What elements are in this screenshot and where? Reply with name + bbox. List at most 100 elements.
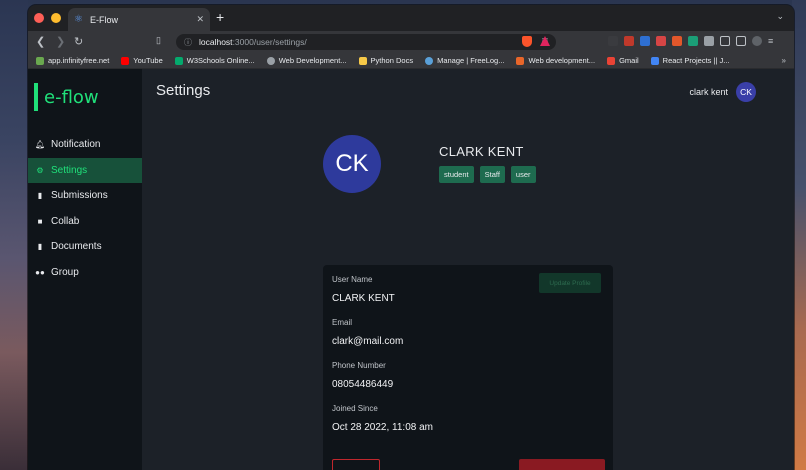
profile-avatar: CK: [323, 135, 381, 193]
bookmark-label: YouTube: [133, 56, 163, 65]
close-icon[interactable]: ✕: [196, 14, 204, 25]
browser-window: ⚛ E-Flow ✕ + ⌄ ❮ ❯ ↻ ▯ ⓘ localhost :3000…: [28, 5, 794, 470]
field-label-phone: Phone Number: [332, 361, 386, 370]
bell-icon: 🔔︎: [35, 140, 46, 150]
brand-text: e-flow: [44, 86, 99, 108]
bookmark-item[interactable]: Manage | FreeLog...: [425, 56, 504, 65]
tab-strip: ⚛ E-Flow ✕ + ⌄: [28, 5, 794, 31]
bookmark-label: Web development...: [528, 56, 596, 65]
desktop-wallpaper-left: [0, 0, 28, 470]
role-badge: student: [439, 166, 474, 183]
forward-arrow-icon[interactable]: ❯: [56, 35, 65, 48]
new-tab-icon[interactable]: +: [216, 9, 224, 25]
sidebar-item-settings[interactable]: ⚙ Settings: [28, 157, 142, 183]
page-title: Settings: [156, 82, 211, 99]
extension-icon[interactable]: [656, 36, 666, 46]
sidebar-item-submissions[interactable]: ▮ Submissions: [28, 183, 142, 209]
bookmark-item[interactable]: Web development...: [516, 56, 595, 65]
bookmark-item[interactable]: Python Docs: [358, 56, 414, 65]
bookmark-label: app.infinityfree.net: [48, 56, 110, 65]
user-menu[interactable]: clark kent CK: [689, 82, 756, 102]
bookmark-favicon-icon: [36, 56, 44, 65]
video-icon: ■: [37, 216, 43, 226]
brand-bar: [34, 83, 38, 111]
extension-icon[interactable]: [608, 36, 618, 46]
youtube-icon: [121, 56, 130, 65]
bookmarks-bar: app.infinityfree.net YouTube W3Schools O…: [28, 53, 794, 69]
role-badge: Staff: [479, 166, 505, 183]
info-icon[interactable]: ⓘ: [184, 37, 192, 48]
sidebar-item-label: Collab: [51, 215, 80, 227]
tab-title: E-Flow: [89, 14, 118, 25]
field-label-joined: Joined Since: [332, 404, 378, 413]
avatar[interactable]: CK: [736, 82, 756, 102]
sidebar-item-collab[interactable]: ■ Collab: [28, 209, 142, 235]
gear-icon: ⚙: [36, 165, 44, 175]
brand-logo[interactable]: e-flow: [34, 83, 99, 111]
back-arrow-icon[interactable]: ❮: [36, 35, 45, 48]
close-window-button[interactable]: [34, 13, 44, 23]
url-host: localhost: [199, 37, 233, 47]
group-icon: ●●: [35, 267, 45, 277]
react-icon: ⚛: [74, 14, 83, 25]
browser-tab[interactable]: ⚛ E-Flow ✕: [68, 8, 210, 31]
sidebar-item-notification[interactable]: 🔔︎ Notification: [28, 132, 142, 158]
role-badges: student Staff user: [439, 166, 536, 183]
chevron-right-icon[interactable]: »: [782, 56, 786, 65]
freelogo-icon: [425, 56, 434, 65]
bookmark-item[interactable]: Web Development...: [266, 56, 347, 65]
document-icon: ▮: [37, 242, 43, 252]
bookmark-label: W3Schools Online...: [186, 56, 255, 65]
sidebar-item-group[interactable]: ●● Group: [28, 260, 142, 286]
reload-icon[interactable]: ↻: [74, 35, 83, 48]
puzzle-icon[interactable]: [704, 36, 714, 46]
field-value-username: CLARK KENT: [332, 293, 395, 304]
bookmark-item[interactable]: app.infinityfree.net: [36, 56, 109, 65]
bookmark-item[interactable]: React Projects || J...: [650, 56, 730, 65]
current-user-name: clark kent: [689, 87, 728, 97]
app-root: e-flow 🔔︎ Notification ⚙ Settings ▮ Subm…: [28, 69, 794, 470]
extension-icon[interactable]: [624, 36, 634, 46]
bookmark-item[interactable]: YouTube: [121, 56, 163, 65]
bookmark-label: Python Docs: [370, 56, 414, 65]
sidebar-icon[interactable]: [720, 36, 730, 46]
wallet-icon[interactable]: [736, 36, 746, 46]
desktop-wallpaper-right: [792, 0, 806, 470]
field-value-email: clark@mail.com: [332, 336, 404, 347]
bookmark-item[interactable]: Gmail: [607, 56, 639, 65]
gmail-icon: [607, 56, 616, 65]
outline-action-button[interactable]: [332, 459, 380, 470]
bookmark-label: React Projects || J...: [662, 56, 730, 65]
sidebar: e-flow 🔔︎ Notification ⚙ Settings ▮ Subm…: [28, 69, 142, 470]
chevron-down-icon[interactable]: ⌄: [776, 11, 784, 22]
more-icon[interactable]: ≡: [768, 36, 778, 46]
extension-icon[interactable]: [688, 36, 698, 46]
bookmark-favicon-icon: [516, 56, 525, 65]
update-profile-button[interactable]: Update Profile: [539, 273, 601, 293]
extensions-row: ≡: [608, 36, 778, 46]
bookmark-item[interactable]: W3Schools Online...: [174, 56, 255, 65]
bookmark-favicon-icon: [650, 56, 659, 65]
sidebar-item-label: Documents: [51, 241, 102, 253]
field-value-phone: 08054486449: [332, 379, 394, 390]
sidebar-item-label: Notification: [51, 139, 101, 151]
address-bar[interactable]: ⓘ localhost :3000/user/settings/ ⚿: [176, 34, 556, 50]
minimize-window-button[interactable]: [51, 13, 61, 23]
profile-icon[interactable]: [752, 36, 762, 46]
brave-rewards-icon[interactable]: [540, 36, 550, 46]
brave-shield-icon[interactable]: [522, 36, 532, 47]
danger-action-button[interactable]: [519, 459, 605, 470]
browser-toolbar: ❮ ❯ ↻ ▯ ⓘ localhost :3000/user/settings/…: [28, 31, 794, 53]
bookmark-label: Gmail: [619, 56, 639, 65]
bookmark-label: Web Development...: [278, 56, 347, 65]
profile-details-card: Update Profile User Name CLARK KENT Emai…: [323, 265, 613, 470]
extension-icon[interactable]: [672, 36, 682, 46]
sidebar-item-label: Submissions: [51, 190, 108, 202]
sidebar-item-documents[interactable]: ▮ Documents: [28, 234, 142, 260]
globe-icon: [266, 56, 275, 65]
extension-icon[interactable]: [640, 36, 650, 46]
w3schools-icon: [174, 56, 183, 65]
python-icon: [358, 56, 367, 65]
bookmark-label: Manage | FreeLog...: [437, 56, 505, 65]
bookmark-icon[interactable]: ▯: [156, 35, 161, 46]
